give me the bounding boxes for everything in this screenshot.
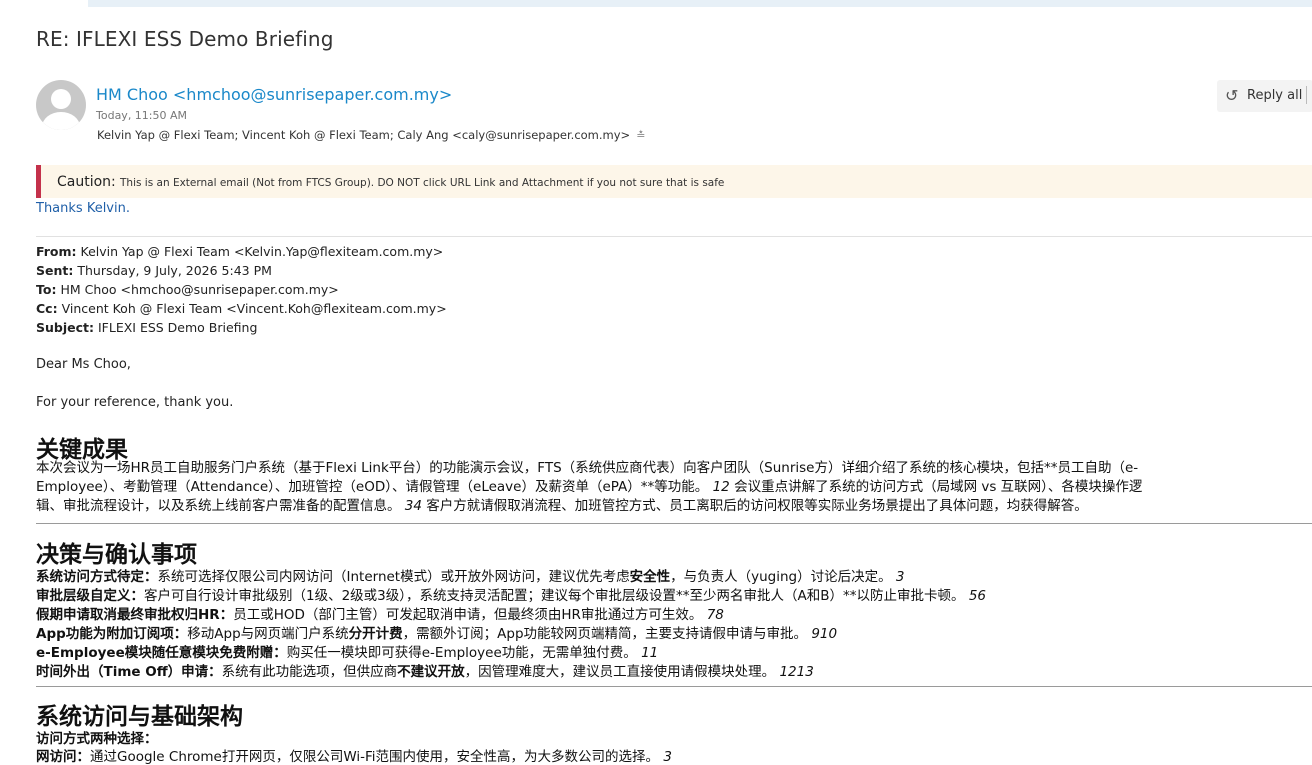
section-rule-2 [36,686,1312,687]
access-option-line: 网访问：通过Google Chrome打开网页，仅限公司Wi-Fi范围内使用，安… [36,749,672,765]
quoted-sent: Sent: Thursday, 9 July, 2026 5:43 PM [36,263,272,278]
quoted-subject: Subject: IFLEXI ESS Demo Briefing [36,320,258,335]
caution-message: This is an External email (Not from FTCS… [120,177,725,189]
intro-text: For your reference, thank you. [36,395,234,410]
top-strip [0,0,1312,7]
section-rule-1 [36,523,1312,524]
quoted-from: From: Kelvin Yap @ Flexi Team <Kelvin.Ya… [36,244,444,259]
summary-paragraph: 本次会议为一场HR员工自助服务门户系统（基于Flexi Link平台）的功能演示… [36,460,1143,514]
recipients-text[interactable]: Kelvin Yap @ Flexi Team; Vincent Koh @ F… [97,128,630,142]
recipients-line: Kelvin Yap @ Flexi Team; Vincent Koh @ F… [97,128,645,142]
access-sub-label: 访问方式两种选择： [36,731,158,747]
decision-item: App功能为附加订阅项：移动App与网页端门户系统分开计费，需额外订阅；App功… [36,626,838,642]
quote-divider [36,236,1312,237]
sender-avatar [36,80,86,130]
caution-title: Caution: [57,174,116,190]
decision-item: e-Employee模块随任意模块免费附赠：购买任一模块即可获得e-Employ… [36,645,659,661]
reply-all-button[interactable]: ↺ Reply all [1217,80,1312,112]
decisions-heading: 决策与确认事项 [36,541,197,568]
reply-all-label: Reply all [1247,88,1303,103]
decision-item: 时间外出（Time Off）申请：系统有此功能选项，但供应商不建议开放，因管理难… [36,664,814,680]
sent-time: Today, 11:50 AM [96,109,188,122]
caution-banner: Caution: This is an External email (Not … [36,165,1312,198]
reply-body: Thanks Kelvin. [36,201,130,216]
greeting: Dear Ms Choo, [36,357,131,372]
button-separator [1306,86,1307,104]
decision-item: 审批层级自定义：客户可自行设计审批级别（1级、2级或3级），系统支持灵活配置；建… [36,588,986,604]
sender-name[interactable]: HM Choo <hmchoo@sunrisepaper.com.my> [96,85,452,104]
email-subject: RE: IFLEXI ESS Demo Briefing [36,27,334,51]
quoted-cc: Cc: Vincent Koh @ Flexi Team <Vincent.Ko… [36,301,447,316]
reply-all-icon: ↺ [1225,86,1239,105]
expand-recipients-icon[interactable]: ≛ [636,129,645,142]
access-heading: 系统访问与基础架构 [36,703,243,730]
quoted-to: To: HM Choo <hmchoo@sunrisepaper.com.my> [36,282,339,297]
decision-item: 系统访问方式待定：系统可选择仅限公司内网访问（Internet模式）或开放外网访… [36,569,905,585]
decision-item: 假期申请取消最终审批权归HR：员工或HOD（部门主管）可发起取消申请，但最终须由… [36,607,724,623]
